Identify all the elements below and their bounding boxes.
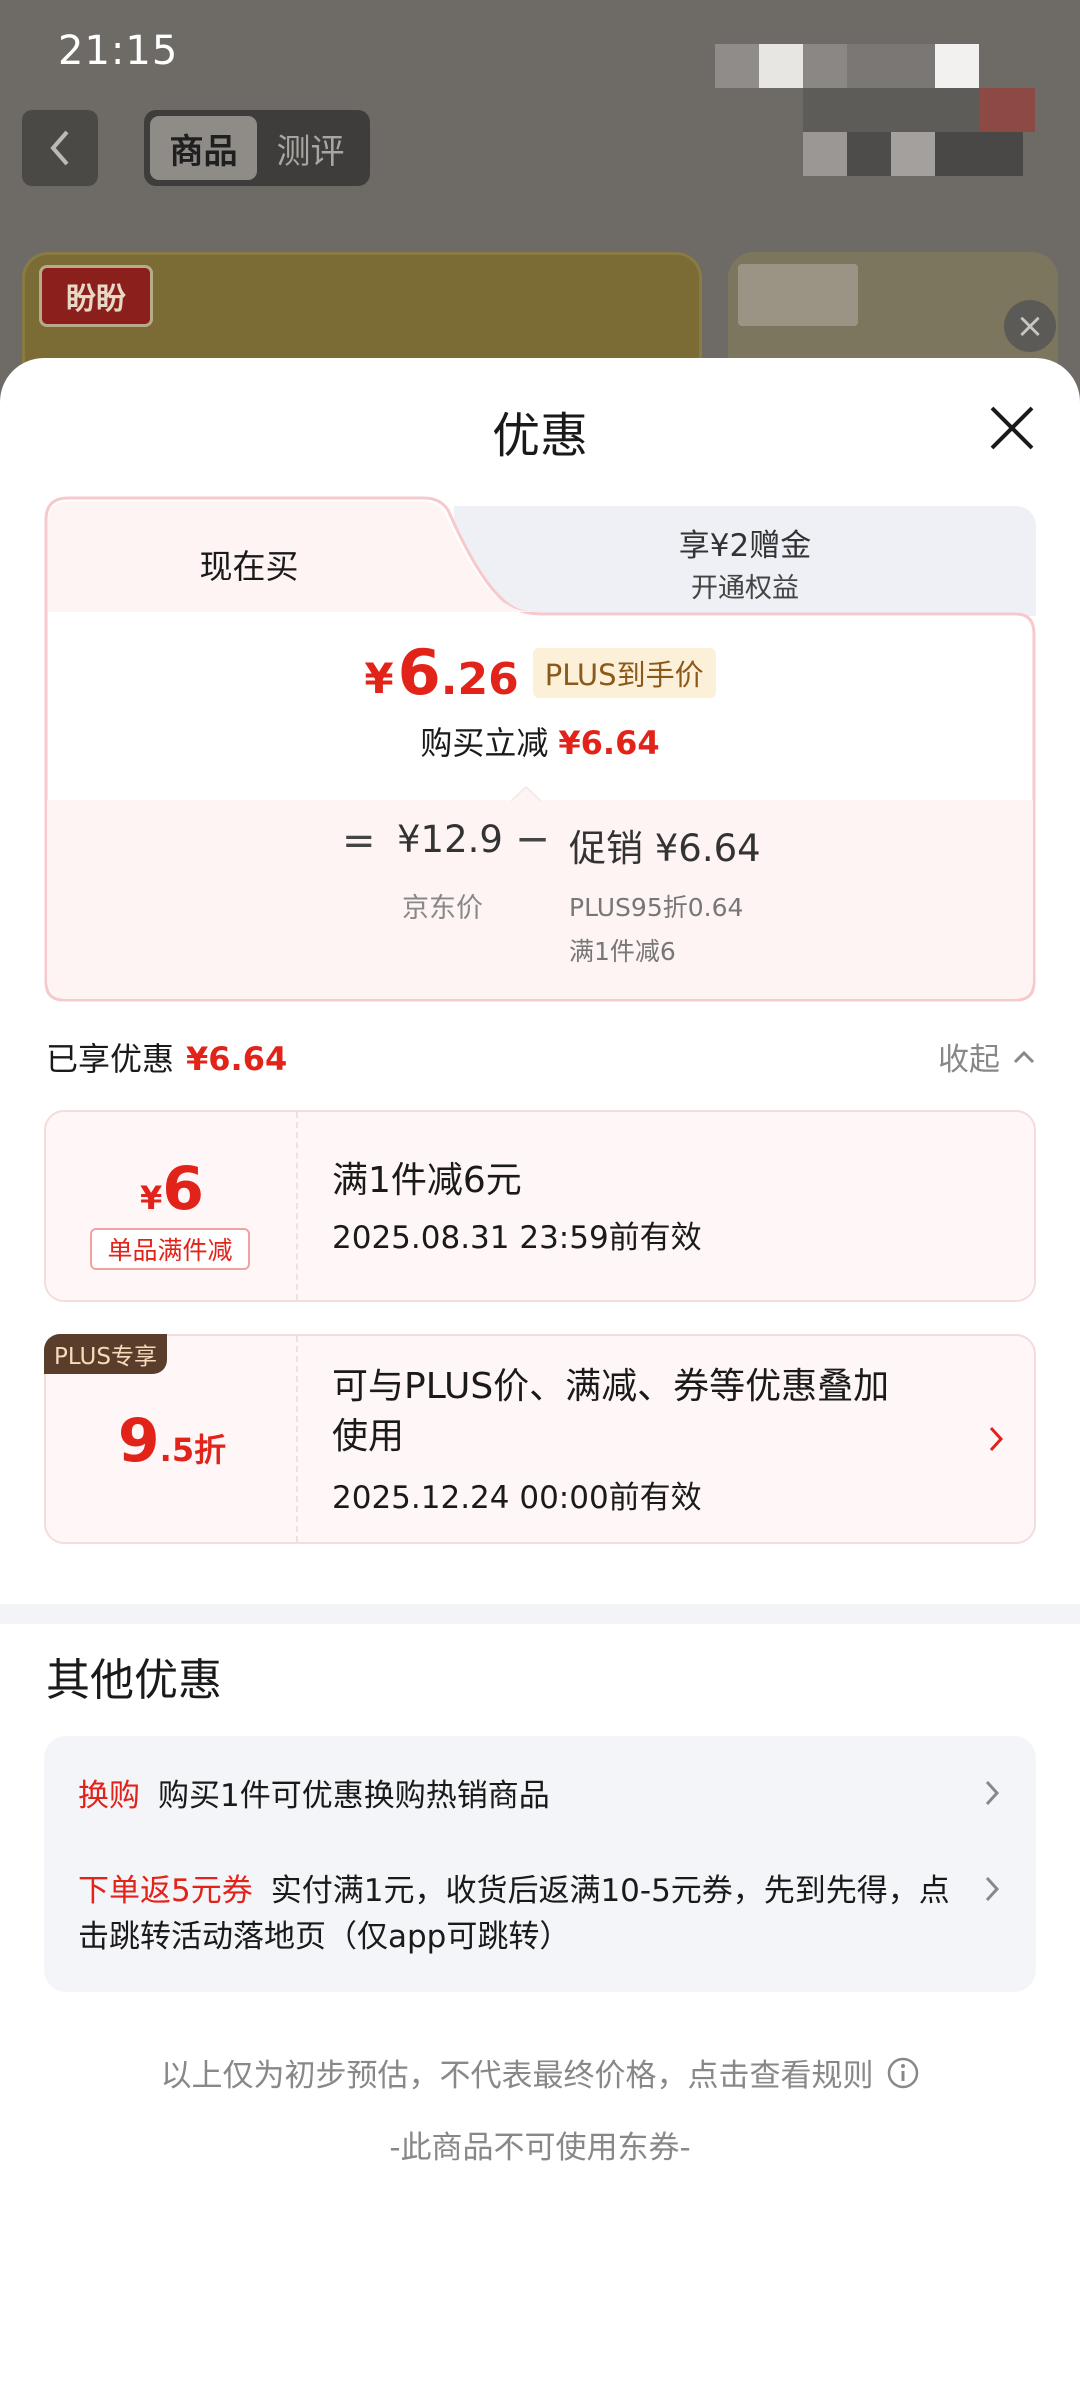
enjoyed-value: ¥6.64 [186, 1040, 288, 1078]
promo-amount: 促销 ¥6.64 [569, 827, 761, 870]
info-icon [887, 2057, 918, 2088]
plus-exclusive-badge: PLUS专享 [44, 1334, 167, 1374]
chevron-right-icon [989, 1426, 1004, 1452]
tab-buy-now[interactable]: 现在买 [44, 540, 454, 588]
chevron-left-icon [50, 130, 69, 166]
brand-badge-image [738, 264, 858, 326]
background-page: 21:15 商品 测评 盼盼 × [0, 0, 1080, 452]
price-integer: 6 [397, 636, 441, 709]
coupon-expiry: 2025.08.31 23:59前有效 [332, 1220, 702, 1256]
price-currency: ¥ [364, 654, 394, 703]
reduction-value: ¥6.64 [558, 724, 660, 762]
price-formula: = ¥12.9 − 促销 ¥6.64 京东价 PLUS95折0.64 满1件减6 [47, 786, 1033, 999]
price-decimal: .26 [440, 654, 519, 705]
close-icon[interactable] [982, 398, 1042, 458]
price-card: 享¥2赠金 开通权益 现在买 ¥ 6 .26 PLUS到手价 购买立减 ¥6.64… [44, 496, 1036, 1002]
offer-item-cashback-coupon[interactable]: 下单返5元券 实付满1元，收货后返满10-5元券，先到先得，点击跳转活动落地页（仅… [78, 1868, 958, 1960]
coupon-card[interactable]: ¥6 单品满件减 满1件减6元 2025.08.31 23:59前有效 [44, 1110, 1036, 1302]
coupon-title-line1: 可与PLUS价、满减、券等优惠叠加 [332, 1366, 890, 1407]
reduction-label: 购买立减 [420, 724, 549, 762]
jd-price-label: 京东价 [402, 893, 483, 924]
jd-price: ¥12.9 [397, 818, 503, 861]
formula-pointer [511, 786, 541, 802]
coupon-title: 满1件减6元 [332, 1160, 522, 1201]
coupon-value-area: ¥6 单品满件减 [46, 1112, 298, 1300]
enjoyed-label: 已享优惠 [46, 1040, 175, 1078]
chevron-up-icon [1013, 1050, 1035, 1063]
offer-text: 购买1件可优惠换购热销商品 [158, 1778, 550, 1814]
coupon-amount: ¥6 [46, 1154, 298, 1224]
coupon-value: 6 [162, 1154, 204, 1224]
other-offers-list: 换购 购买1件可优惠换购热销商品 下单返5元券 实付满1元，收货后返满10-5元券，… [44, 1736, 1036, 1992]
tab-reviews[interactable]: 测评 [257, 116, 364, 180]
enjoyed-discount: 已享优惠 ¥6.64 [46, 1034, 287, 1080]
promo-detail-full-reduction: 满1件减6 [569, 937, 676, 966]
discount-rate-decimal: .5折 [159, 1431, 227, 1469]
chevron-right-icon [985, 1780, 1000, 1806]
coupon-expiry: 2025.12.24 00:00前有效 [332, 1480, 702, 1516]
offer-label: 下单返5元券 [78, 1873, 253, 1909]
discount-rate: 9.5折 [46, 1406, 298, 1476]
formula-minus: − [515, 814, 551, 863]
plus-price-badge: PLUS到手价 [532, 647, 716, 698]
section-divider [0, 1604, 1080, 1624]
back-button[interactable] [22, 110, 98, 186]
status-time: 21:15 [58, 28, 179, 74]
formula-equals: = [342, 818, 376, 864]
chevron-right-icon [985, 1876, 1000, 1902]
disclaimer-text: 以上仅为初步预估，不代表最终价格，点击查看规则 [160, 2058, 874, 2094]
collapse-button[interactable]: 收起 [938, 1034, 1036, 1079]
coupon-type-tag: 单品满件减 [90, 1228, 250, 1270]
discount-rate-integer: 9 [117, 1406, 160, 1476]
page-tabs: 商品 测评 [144, 110, 370, 186]
sheet-title: 优惠 [491, 408, 588, 464]
plus-discount-card[interactable]: 9.5折 PLUS专享 可与PLUS价、满减、券等优惠叠加 使用 2025.12… [44, 1334, 1036, 1544]
other-offers-title: 其他优惠 [46, 1655, 222, 1706]
no-jd-coupon-note: -此商品不可使用东券- [389, 2130, 691, 2166]
reduction-row: 购买立减 ¥6.64 [44, 718, 1036, 764]
banner-close-icon[interactable]: × [1004, 300, 1056, 352]
tab-goods[interactable]: 商品 [150, 116, 257, 180]
status-icons-blurred [715, 44, 1035, 180]
price-disclaimer[interactable]: 以上仅为初步预估，不代表最终价格，点击查看规则 [0, 2050, 1080, 2095]
coupon-currency: ¥ [139, 1179, 163, 1217]
brand-logo: 盼盼 [39, 265, 153, 327]
collapse-label: 收起 [938, 1042, 1000, 1078]
promo-detail-plus: PLUS95折0.64 [569, 893, 744, 922]
coupon-title-line2: 使用 [332, 1416, 405, 1457]
offer-label: 换购 [78, 1778, 140, 1814]
discount-sheet: 优惠 享¥2赠金 开通权益 现在买 ¥ 6 .26 PLUS到手价 购买立减 ¥6… [0, 358, 1080, 2400]
offer-item-exchange[interactable]: 换购 购买1件可优惠换购热销商品 [78, 1770, 550, 1815]
final-price: ¥ 6 .26 PLUS到手价 [44, 636, 1036, 709]
